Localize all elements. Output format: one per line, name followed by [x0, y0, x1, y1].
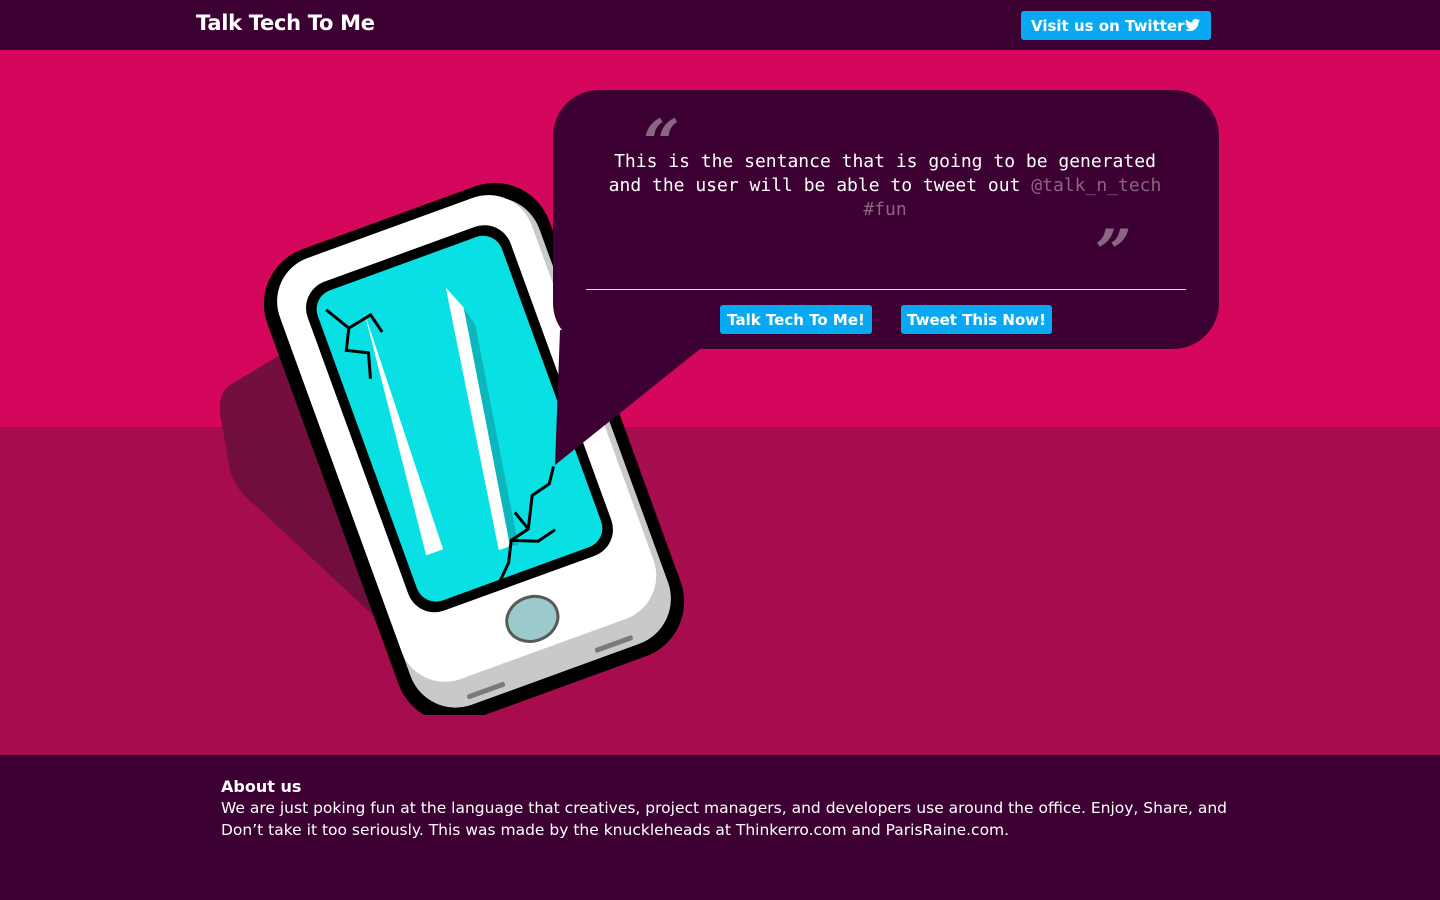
about-us-text: We are just poking fun at the language t…: [221, 799, 1228, 839]
top-navbar: Talk Tech To Me Visit us on Twitter: [0, 0, 1440, 50]
twitter-bird-icon: [1185, 18, 1200, 32]
brand-logo-link[interactable]: Talk Tech To Me: [196, 11, 375, 35]
talk-tech-button[interactable]: Talk Tech To Me!: [720, 305, 872, 334]
visit-twitter-label: Visit us on Twitter: [1031, 16, 1185, 35]
generated-sentence: This is the sentance that is going to be…: [600, 150, 1170, 222]
about-us-heading: About us: [221, 777, 302, 796]
tweet-now-button[interactable]: Tweet This Now!: [901, 305, 1052, 334]
bubble-divider: [586, 289, 1186, 290]
close-quote-mark: ”: [1095, 216, 1132, 291]
speech-bubble-tail: [555, 330, 705, 465]
visit-twitter-button[interactable]: Visit us on Twitter: [1021, 11, 1211, 40]
